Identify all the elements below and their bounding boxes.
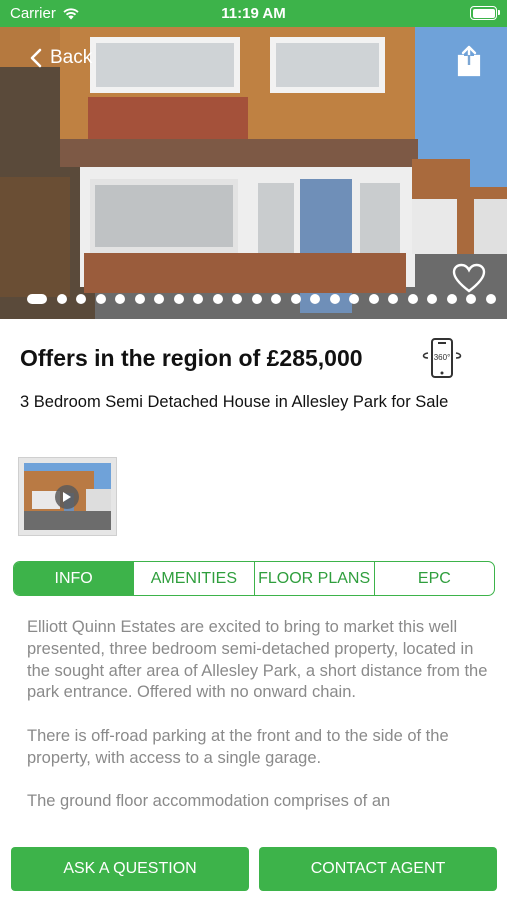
tab-info[interactable]: INFO <box>14 562 134 595</box>
listing-title: 3 Bedroom Semi Detached House in Allesle… <box>20 393 449 411</box>
contact-agent-button[interactable]: CONTACT AGENT <box>259 847 497 891</box>
play-icon <box>55 485 79 509</box>
property-photo <box>0 27 507 319</box>
pagination-dot[interactable] <box>349 294 359 304</box>
pagination-dot[interactable] <box>56 294 67 304</box>
pagination-dot[interactable] <box>329 294 340 304</box>
pagination-dot[interactable] <box>193 294 203 304</box>
pagination-dot[interactable] <box>310 294 320 304</box>
share-icon[interactable] <box>455 45 483 77</box>
pagination-dot[interactable] <box>173 294 184 304</box>
pagination-dot[interactable] <box>251 294 262 304</box>
vr-360-label: 360° <box>434 353 451 362</box>
pagination-dot[interactable] <box>154 294 164 304</box>
bottom-action-bar: ASK A QUESTION CONTACT AGENT <box>0 838 507 900</box>
pagination-dot[interactable] <box>76 294 86 304</box>
pagination-dot[interactable] <box>27 294 47 304</box>
pagination-dot[interactable] <box>485 294 496 304</box>
description-text: Elliott Quinn Estates are excited to bri… <box>27 617 489 838</box>
pagination-dot[interactable] <box>407 294 418 304</box>
vr-360-icon[interactable]: 360° <box>420 336 464 380</box>
back-button[interactable]: Back <box>30 47 92 69</box>
tab-epc[interactable]: EPC <box>373 562 494 595</box>
battery-icon <box>470 6 500 20</box>
photo-gallery[interactable]: Back <box>0 27 507 319</box>
status-bar: Carrier 11:19 AM <box>0 0 507 27</box>
chevron-left-icon <box>30 48 42 68</box>
pagination-dot[interactable] <box>466 294 476 304</box>
listing-price: Offers in the region of £285,000 <box>20 345 363 371</box>
pagination-dot[interactable] <box>271 294 281 304</box>
pagination-dot[interactable] <box>232 294 242 304</box>
pagination-dot[interactable] <box>95 294 106 304</box>
heart-icon[interactable] <box>452 263 486 293</box>
description-paragraph: There is off-road parking at the front a… <box>27 726 449 767</box>
pagination-dot[interactable] <box>134 294 145 304</box>
pagination-dot[interactable] <box>427 294 437 304</box>
back-label: Back <box>50 47 93 68</box>
pagination-dot[interactable] <box>290 294 301 304</box>
listing-tabs: INFO AMENITIES FLOOR PLANS EPC <box>13 561 495 596</box>
description-paragraph: The ground floor accommodation comprises… <box>27 792 391 811</box>
video-thumbnail[interactable] <box>18 457 117 536</box>
description-paragraph: Elliott Quinn Estates are excited to bri… <box>27 618 488 702</box>
ask-question-button[interactable]: ASK A QUESTION <box>11 847 249 891</box>
pagination-dot[interactable] <box>368 294 379 304</box>
tab-floor-plans[interactable]: FLOOR PLANS <box>253 562 374 595</box>
status-time: 11:19 AM <box>221 5 286 22</box>
tab-amenities[interactable]: AMENITIES <box>133 562 253 595</box>
pagination-dot[interactable] <box>212 294 223 304</box>
pagination-dot[interactable] <box>446 294 457 304</box>
pagination-dot[interactable] <box>115 294 125 304</box>
pagination-dot[interactable] <box>388 294 398 304</box>
gallery-pagination[interactable] <box>27 294 496 304</box>
